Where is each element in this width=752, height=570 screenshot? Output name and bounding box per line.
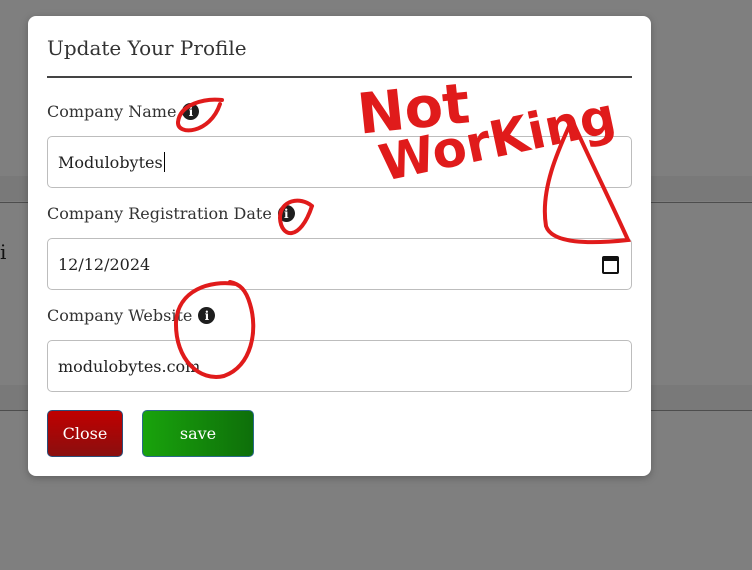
- company-name-label: Company Name i: [47, 102, 200, 121]
- text-caret: [163, 152, 165, 172]
- company-website-value: modulobytes.com: [58, 356, 201, 376]
- modal-title: Update Your Profile: [47, 36, 247, 60]
- company-name-label-text: Company Name: [47, 102, 177, 121]
- title-divider: [47, 76, 632, 78]
- registration-date-input[interactable]: 12/12/2024: [47, 238, 632, 290]
- info-icon[interactable]: i: [198, 307, 216, 324]
- registration-date-value: 12/12/2024: [58, 254, 151, 274]
- info-icon[interactable]: i: [277, 205, 295, 222]
- calendar-icon[interactable]: [602, 256, 619, 274]
- company-website-label-text: Company Website: [47, 306, 193, 325]
- close-button[interactable]: Close: [47, 410, 123, 457]
- registration-date-label-text: Company Registration Date: [47, 204, 272, 223]
- company-website-input[interactable]: modulobytes.com: [47, 340, 632, 392]
- company-name-value: Modulobytes: [58, 152, 163, 172]
- update-profile-modal: Update Your Profile Company Name i Modul…: [28, 16, 651, 476]
- company-website-label: Company Website i: [47, 306, 216, 325]
- registration-date-label: Company Registration Date i: [47, 204, 295, 223]
- info-icon[interactable]: i: [182, 103, 200, 120]
- save-button[interactable]: save: [142, 410, 254, 457]
